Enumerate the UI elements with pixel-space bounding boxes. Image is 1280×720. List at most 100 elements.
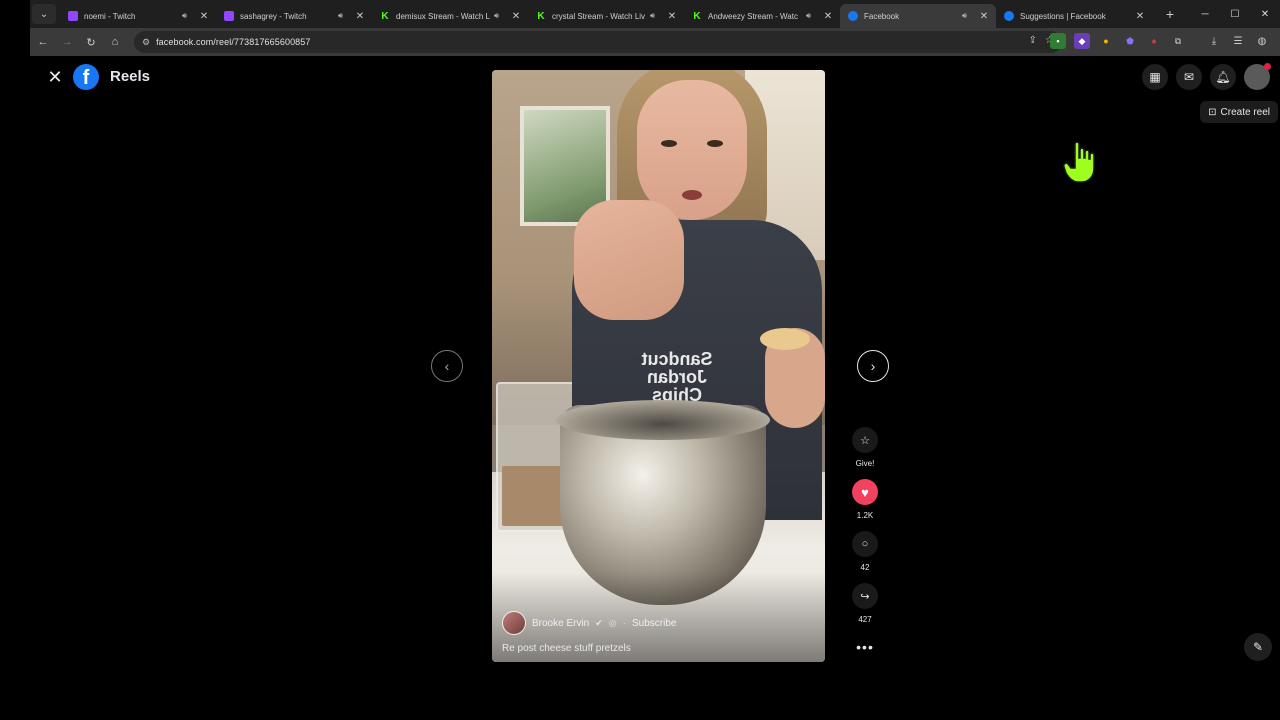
top-right-nav: ▦ ✉ 🔔︎: [1142, 63, 1271, 90]
facebook-logo[interactable]: f: [73, 64, 99, 90]
like-count: 1.2K: [856, 511, 874, 520]
share-icon[interactable]: ↪: [852, 583, 878, 609]
tab-title: Facebook: [864, 11, 900, 21]
close-icon[interactable]: ✕: [510, 11, 522, 22]
facebook-icon: [1004, 11, 1014, 21]
url-text[interactable]: facebook.com/reel/773817665600857: [156, 37, 310, 47]
author-avatar[interactable]: [502, 611, 526, 635]
chevron-right-icon: ›: [870, 358, 876, 374]
tab-title: sashagrey - Twitch: [240, 11, 307, 21]
reel-author: Brooke Ervin ✔ ◎ · Subscribe: [502, 611, 676, 635]
close-reel-icon[interactable]: ✕: [45, 67, 65, 87]
give-star-icon[interactable]: ☆: [852, 427, 878, 453]
chevron-left-icon: ‹: [444, 358, 450, 374]
browser-tab[interactable]: noemi - Twitch 🔊︎ ✕: [60, 4, 216, 28]
home-icon[interactable]: ⌂: [104, 31, 126, 53]
tab-search-button[interactable]: ⌄: [32, 4, 56, 24]
reel-video[interactable]: Sandcut Jordan Chips: [492, 70, 825, 662]
twitch-icon: [224, 11, 234, 21]
extension-icon[interactable]: ⬟: [1122, 33, 1138, 49]
video-eye: [661, 140, 677, 147]
window-controls: ─ ☐ ✕: [1190, 0, 1280, 28]
site-info-icon[interactable]: ⚙: [142, 37, 150, 48]
extensions-area: ▪ ◆ ● ⬟ ♠ ⧉: [1050, 33, 1186, 49]
extension-icon[interactable]: ♠: [1146, 33, 1162, 49]
next-reel-button[interactable]: ›: [857, 350, 889, 382]
tab-title: noemi - Twitch: [84, 11, 136, 21]
close-icon[interactable]: ✕: [1134, 11, 1146, 22]
address-bar[interactable]: ⚙ facebook.com/reel/773817665600857 ⇪ ☆: [134, 31, 1062, 53]
kick-icon: K: [381, 10, 389, 22]
forward-icon[interactable]: →: [56, 31, 78, 53]
close-icon[interactable]: ✕: [198, 11, 210, 22]
heart-icon[interactable]: ♥: [852, 479, 878, 505]
speaker-icon[interactable]: 🔊︎: [806, 11, 816, 21]
page-title: Reels: [110, 68, 151, 85]
video-face: [637, 80, 747, 220]
previous-reel-button[interactable]: ‹: [431, 350, 463, 382]
notification-dot: [1264, 63, 1271, 70]
separator-dot: ·: [622, 617, 626, 629]
speaker-icon[interactable]: 🔊︎: [494, 11, 504, 21]
download-icon[interactable]: ⤓: [1206, 33, 1222, 49]
video-hand: [574, 200, 684, 320]
speaker-icon[interactable]: 🔊︎: [338, 11, 348, 21]
reel-caption: Re post cheese stuff pretzels: [502, 643, 631, 654]
extension-icon[interactable]: ◆: [1074, 33, 1090, 49]
video-spoon: [760, 328, 810, 350]
more-options-icon[interactable]: •••: [856, 639, 874, 655]
comment-icon[interactable]: ○: [852, 531, 878, 557]
verified-icon: ✔: [595, 617, 603, 628]
create-reel-button[interactable]: ⊡ Create reel: [1200, 101, 1278, 123]
share-count: 427: [858, 615, 872, 624]
close-icon[interactable]: ✕: [354, 11, 366, 22]
new-tab-button[interactable]: +: [1160, 6, 1180, 22]
puzzle-icon[interactable]: ⧉: [1170, 33, 1186, 49]
speaker-icon[interactable]: 🔊︎: [182, 11, 192, 21]
media-icon[interactable]: ☰: [1230, 33, 1246, 49]
browser-tab-active[interactable]: Facebook 🔊︎ ✕: [840, 4, 996, 28]
close-icon[interactable]: ✕: [978, 11, 990, 22]
twitch-icon: [68, 11, 78, 21]
install-icon[interactable]: ⇪: [1029, 35, 1037, 46]
speaker-icon[interactable]: 🔊︎: [962, 11, 972, 21]
author-name[interactable]: Brooke Ervin: [532, 618, 589, 629]
video-mouth: [682, 190, 702, 200]
create-reel-label: Create reel: [1220, 106, 1270, 118]
menu-grid-icon[interactable]: ▦: [1142, 64, 1168, 90]
browser-tab[interactable]: K Andweezy Stream - Watc 🔊︎ ✕: [684, 4, 840, 28]
close-icon[interactable]: ✕: [666, 11, 678, 22]
browser-tab-bar: ⌄ noemi - Twitch 🔊︎ ✕ sashagrey - Twitch…: [30, 0, 1280, 28]
camera-icon: ⊡: [1208, 106, 1217, 118]
minimize-icon[interactable]: ─: [1190, 0, 1220, 28]
extension-icon[interactable]: ▪: [1050, 33, 1066, 49]
close-icon[interactable]: ✕: [822, 11, 834, 22]
subscribe-link[interactable]: Subscribe: [632, 618, 676, 629]
shirt-text: Sandcut Jordan Chips: [641, 349, 713, 405]
browser-tab[interactable]: K demisux Stream - Watch Li 🔊︎ ✕: [372, 4, 528, 28]
hand-cursor-icon: [1063, 141, 1095, 183]
tab-title: Andweezy Stream - Watc: [708, 11, 798, 21]
profile-icon[interactable]: ◍: [1254, 33, 1270, 49]
left-edge: [0, 0, 30, 720]
reel-action-rail: ☆ Give! ♥ 1.2K ○ 42 ↪ 427 •••: [849, 427, 881, 655]
messenger-icon[interactable]: ✉: [1176, 64, 1202, 90]
avatar[interactable]: [1244, 63, 1271, 90]
extension-icon[interactable]: ●: [1098, 33, 1114, 49]
reload-icon[interactable]: ↻: [80, 31, 102, 53]
video-bowl-rim: [556, 400, 770, 440]
tab-title: crystal Stream - Watch Liv: [552, 11, 646, 21]
browser-tab[interactable]: Suggestions | Facebook ✕: [996, 4, 1152, 28]
close-window-icon[interactable]: ✕: [1250, 0, 1280, 28]
tab-title: demisux Stream - Watch Li: [396, 11, 490, 21]
back-icon[interactable]: ←: [32, 31, 54, 53]
browser-toolbar: ← → ↻ ⌂ ⚙ facebook.com/reel/773817665600…: [30, 28, 1280, 56]
browser-tab[interactable]: K crystal Stream - Watch Liv 🔊︎ ✕: [528, 4, 684, 28]
speaker-icon[interactable]: 🔊︎: [650, 11, 660, 21]
browser-tab[interactable]: sashagrey - Twitch 🔊︎ ✕: [216, 4, 372, 28]
bell-icon[interactable]: 🔔︎: [1210, 64, 1236, 90]
compose-icon[interactable]: ✎: [1244, 633, 1272, 661]
kick-icon: K: [537, 10, 545, 22]
give-label: Give!: [855, 459, 875, 468]
maximize-icon[interactable]: ☐: [1220, 0, 1250, 28]
